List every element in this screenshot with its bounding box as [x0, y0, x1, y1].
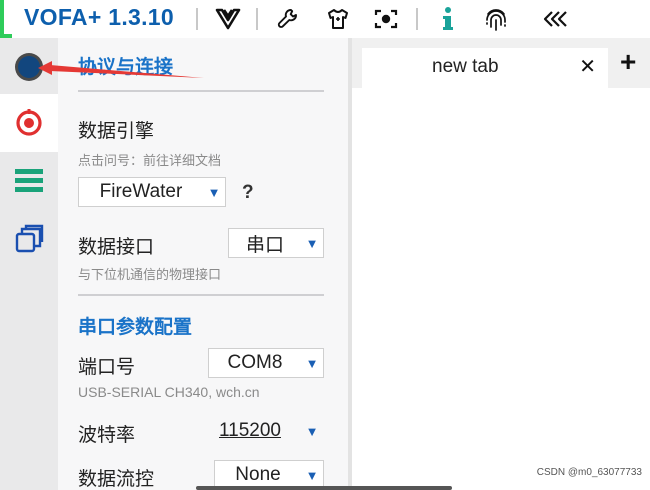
- screenshot-icon[interactable]: [370, 3, 402, 35]
- rewind-icon[interactable]: [540, 3, 572, 35]
- rail-record[interactable]: [0, 94, 58, 152]
- watermark: CSDN @m0_63077733: [536, 467, 642, 478]
- annotation-arrow: [38, 61, 204, 78]
- window-accent-bar: [0, 0, 4, 34]
- toolbar-separator: [256, 8, 258, 30]
- engine-label: 数据引擎: [78, 121, 155, 142]
- baud-select-value: 115200: [219, 420, 281, 441]
- add-tab-button[interactable]: +: [620, 48, 636, 76]
- divider: [78, 294, 324, 296]
- interface-select-value: 串口: [245, 234, 284, 256]
- sidebar-rail: [0, 38, 58, 490]
- tab-bar: new tab ✕ +: [352, 38, 650, 88]
- engine-help-button[interactable]: ?: [242, 182, 254, 204]
- interface-hint: 与下位机通信的物理接口: [78, 267, 222, 282]
- connection-panel: 协议与连接 数据引擎 点击问号：前往详细文档 FireWater ▼ ? 数据接…: [58, 38, 348, 490]
- port-hint: USB-SERIAL CH340, wch.cn: [78, 384, 260, 400]
- interface-select[interactable]: 串口 ▼: [228, 228, 324, 258]
- flow-label: 数据流控: [78, 469, 155, 490]
- toolbar-separator: [416, 8, 418, 30]
- copy-icon: [15, 224, 44, 253]
- app-title: VOFA+ 1.3.10: [24, 4, 174, 30]
- info-icon[interactable]: [432, 3, 464, 35]
- flow-select-value: None: [235, 464, 281, 485]
- wrench-icon[interactable]: [272, 3, 304, 35]
- chevron-down-icon: ▼: [305, 235, 319, 251]
- shirt-icon[interactable]: [322, 3, 354, 35]
- tab-content: CSDN @m0_63077733: [352, 88, 650, 490]
- engine-hint: 点击问号：前往详细文档: [78, 153, 222, 168]
- toolbar-separator: [196, 8, 198, 30]
- interface-label: 数据接口: [78, 237, 155, 258]
- baud-label: 波特率: [78, 425, 136, 446]
- port-label: 端口号: [78, 357, 136, 378]
- record-icon: [16, 109, 42, 136]
- fingerprint-icon[interactable]: [480, 3, 512, 35]
- rail-menu[interactable]: [0, 152, 58, 210]
- serial-section-title: 串口参数配置: [78, 317, 193, 338]
- port-select-value: COM8: [227, 352, 283, 373]
- chevron-down-icon: ▼: [305, 423, 319, 439]
- tab-new[interactable]: new tab ✕: [362, 48, 608, 88]
- baud-select[interactable]: 115200 ▼: [198, 416, 324, 446]
- top-toolbar: VOFA+ 1.3.10: [0, 0, 650, 38]
- port-select[interactable]: COM8 ▼: [208, 348, 324, 378]
- vofa-logo-icon[interactable]: [212, 3, 244, 35]
- divider: [78, 90, 324, 92]
- rail-copy[interactable]: [0, 210, 58, 268]
- horizontal-scrollbar[interactable]: [196, 486, 452, 490]
- engine-select-value: FireWater: [99, 181, 183, 202]
- chevron-down-icon: ▼: [305, 467, 319, 483]
- chevron-down-icon: ▼: [305, 355, 319, 371]
- tab-label: new tab: [432, 56, 499, 77]
- close-icon[interactable]: ✕: [579, 54, 596, 79]
- menu-icon: [15, 169, 43, 192]
- chevron-down-icon: ▼: [207, 184, 221, 200]
- engine-select[interactable]: FireWater ▼: [78, 177, 226, 207]
